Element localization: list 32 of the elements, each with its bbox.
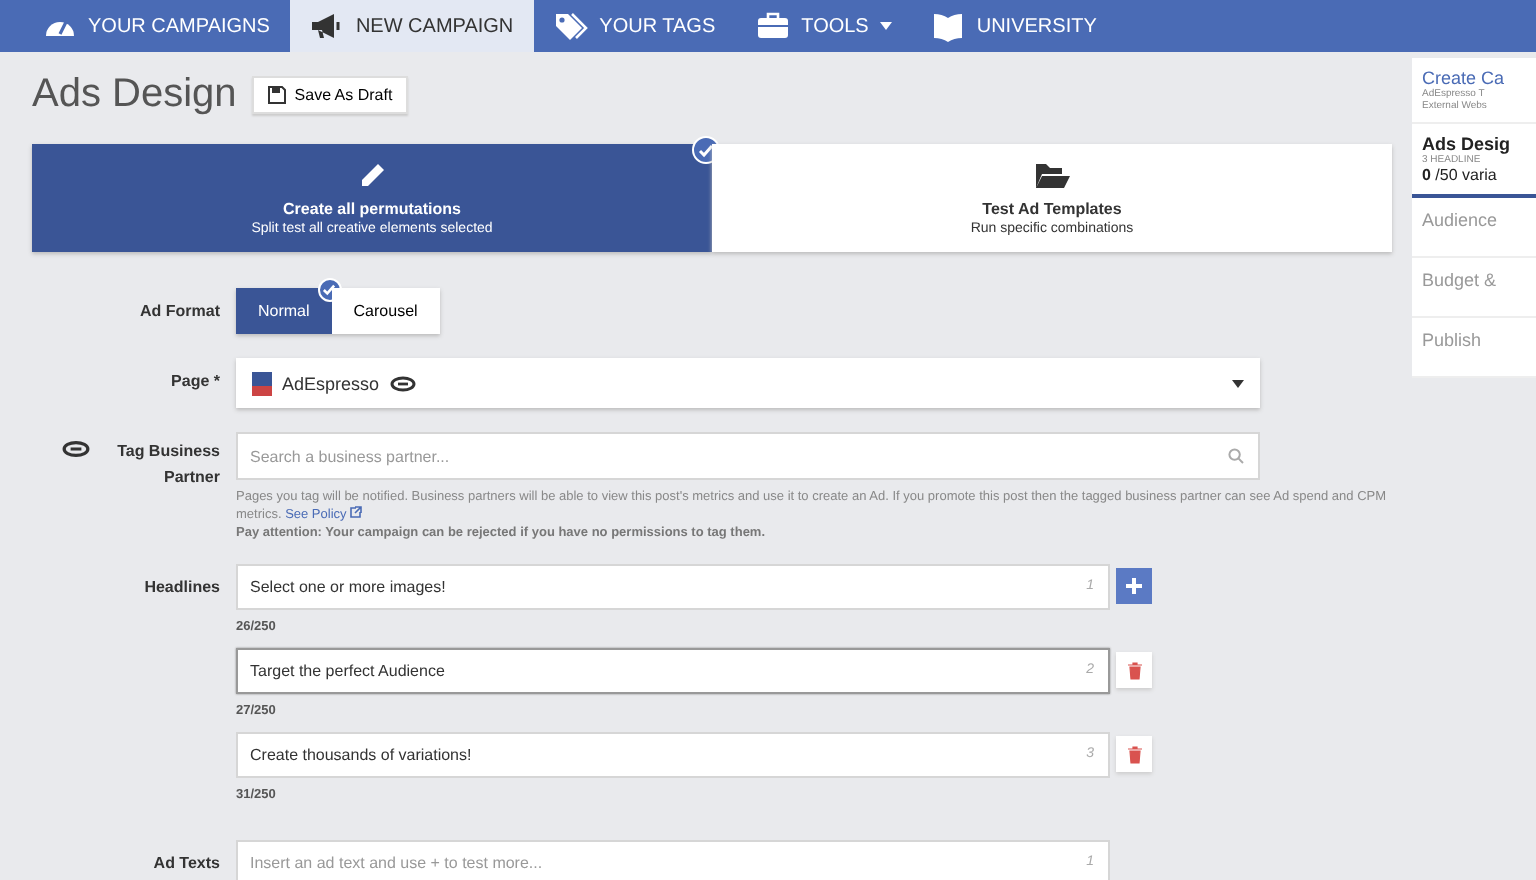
page-logo-icon (252, 371, 272, 395)
field-label: Ad Texts (151, 851, 222, 876)
nav-tab[interactable]: UNIVERSITY (912, 0, 1117, 52)
page-select[interactable]: AdEspresso (236, 358, 1260, 408)
delete-button[interactable] (1116, 736, 1152, 773)
search-icon (1228, 448, 1244, 464)
field-label: Headlines (142, 575, 222, 600)
page-title: Ads Design (32, 71, 237, 117)
add-button[interactable] (1116, 568, 1152, 605)
trash-icon (1127, 745, 1141, 764)
nav-tab[interactable]: YOUR CAMPAIGNS (24, 0, 290, 52)
nav-tab[interactable]: TOOLS (735, 0, 913, 52)
pencil-icon (358, 161, 386, 189)
caret-icon (1232, 379, 1244, 387)
search-field[interactable]: Search a business partner... (236, 432, 1260, 480)
external-link-icon (350, 506, 363, 519)
save-as-draft-button[interactable]: Save As Draft (252, 75, 409, 113)
field-label: Ad Format (138, 300, 222, 324)
format-option[interactable]: Carousel (331, 288, 440, 334)
megaphone-icon (309, 12, 344, 40)
delete-button[interactable] (1116, 652, 1152, 689)
trash-icon (1127, 661, 1141, 680)
tags-icon (553, 12, 588, 40)
briefcase-icon (755, 12, 790, 40)
field-label: Tag Business Partner (115, 440, 220, 490)
nav-tab[interactable]: NEW CAMPAIGN (289, 0, 534, 52)
field-label: Page * (169, 370, 222, 394)
folder-icon (1034, 161, 1070, 189)
format-option[interactable]: Normal (236, 288, 332, 334)
nav-tab[interactable]: YOUR TAGS (533, 0, 736, 52)
plus-icon (1126, 578, 1142, 595)
book-icon (932, 11, 965, 41)
